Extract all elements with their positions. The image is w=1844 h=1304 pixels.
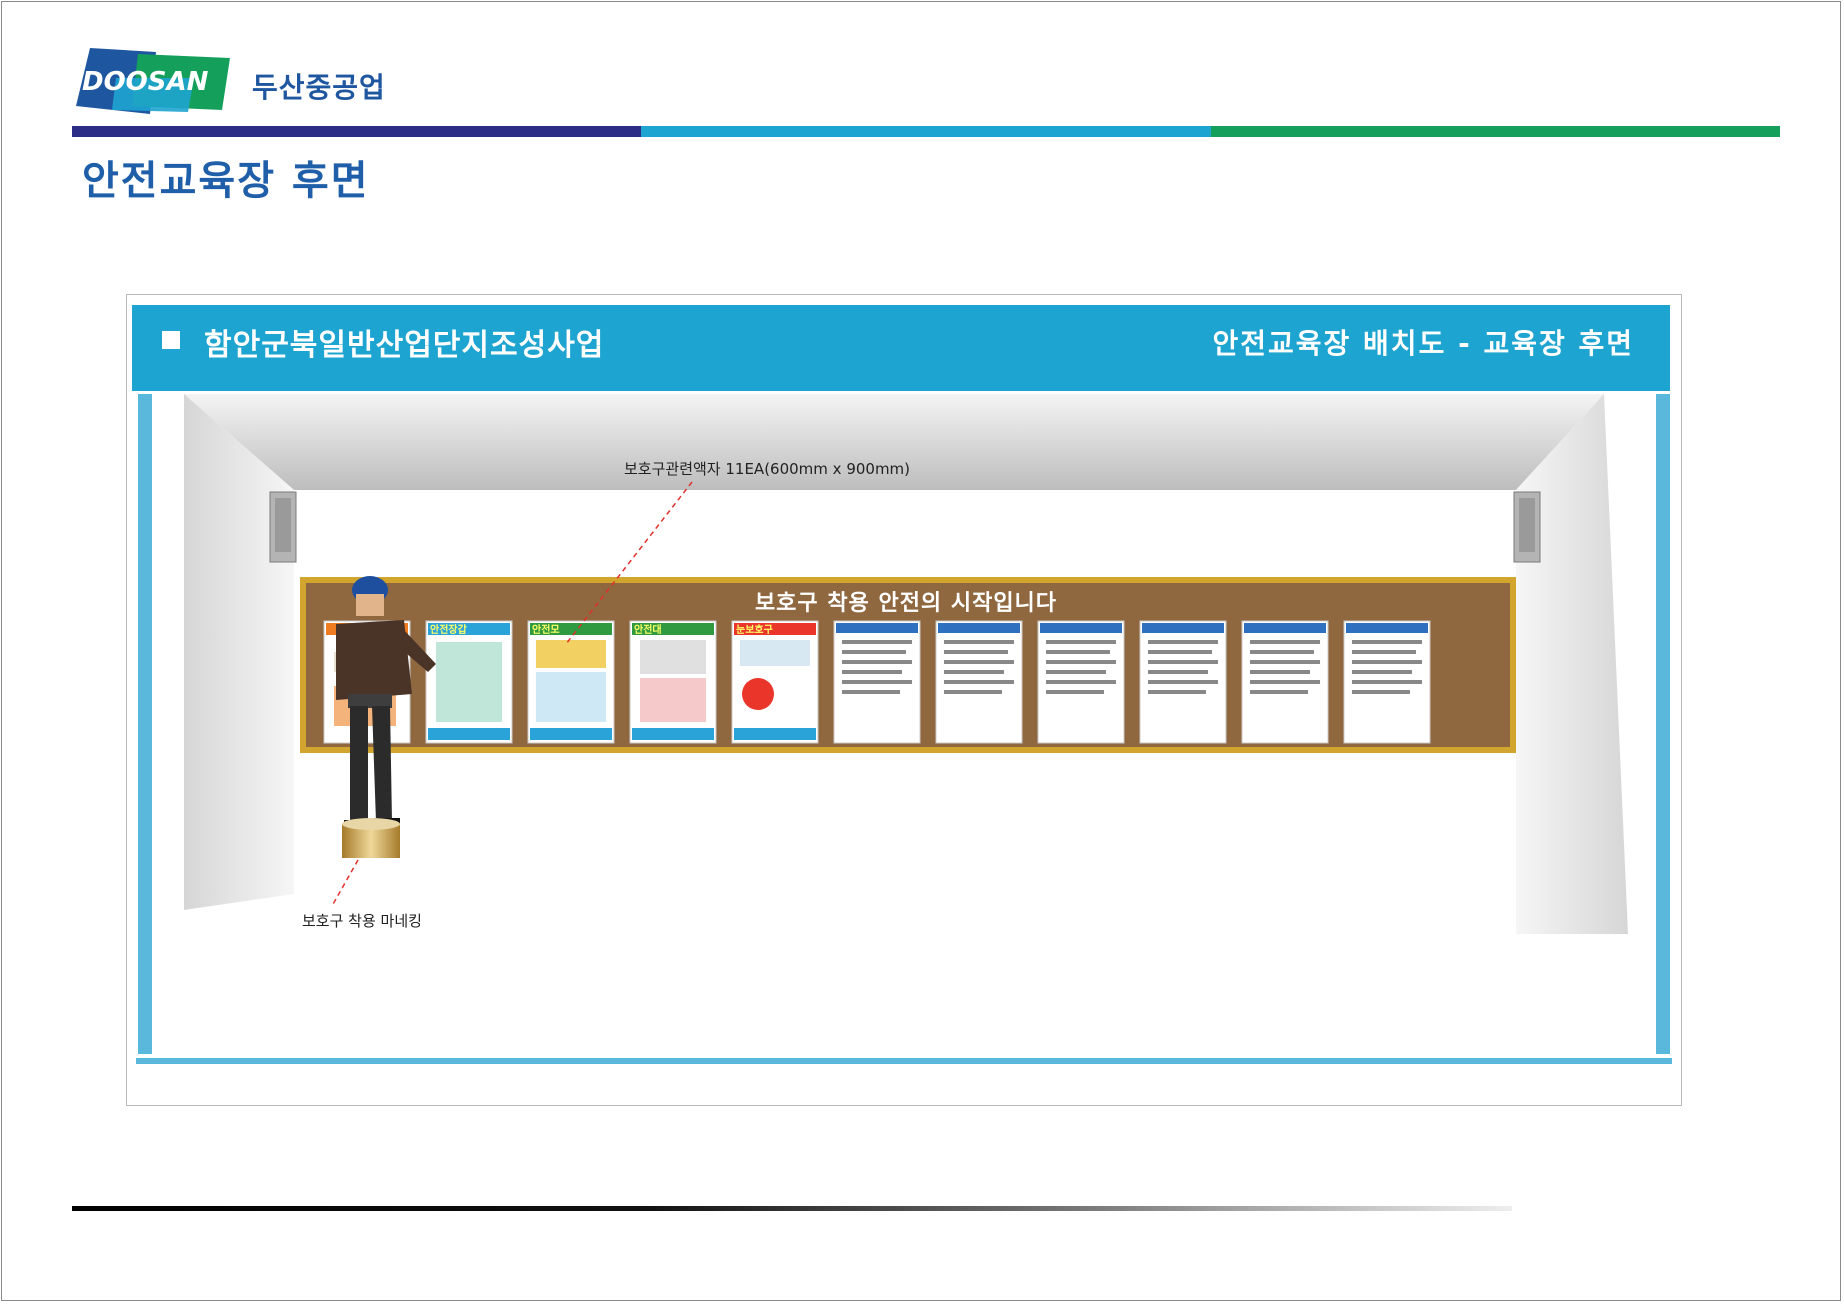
poster-header-4: 안전대 [634,623,662,636]
floor-bar [136,1058,1672,1064]
poster-header-5: 눈보호구 [736,623,773,636]
poster-frame-4 [629,620,717,744]
left-wall-bar [138,394,152,1054]
left-speaker-icon [269,491,297,563]
mannequin-label: 보호구 착용 마네킹 [302,912,422,930]
poster-frame-10 [1241,620,1329,744]
poster-header-3: 안전모 [532,623,560,636]
right-wall [1516,394,1628,934]
room-drawing: 안전장갑 안전모 안전대 눈보호구 [136,394,1672,1064]
svg-text:DOOSAN: DOOSAN [82,67,209,97]
page-title: 안전교육장 후면 [82,158,370,204]
poster-header-2: 안전장갑 [430,623,468,636]
poster-frame-2 [425,620,513,744]
frames-label: 보호구관련액자 11EA(600mm x 900mm) [624,460,911,478]
layout-title: 안전교육장 배치도 - 교육장 후면 [1212,327,1634,360]
doosan-logo: DOOSAN [76,48,230,114]
poster-frame-8 [1037,620,1125,744]
right-speaker-icon [1513,491,1541,563]
poster-frame-3 [527,620,615,744]
poster-frame-5 [731,620,819,744]
company-name: 두산중공업 [252,71,386,104]
right-wall-bar [1656,394,1670,1054]
mannequin-leader-line [331,859,359,907]
poster-frame-11 [1343,620,1431,744]
board-title: 보호구 착용 안전의 시작입니다 [754,591,1058,616]
poster-frame-7 [935,620,1023,744]
bullet-square-icon [162,331,180,349]
project-name: 함안군북일반산업단지조성사업 [204,328,605,363]
poster-frame-6 [833,620,921,744]
header-rule [72,126,1780,137]
poster-frame-9 [1139,620,1227,744]
footer-rule [72,1206,1512,1211]
poster-frames [323,620,1431,744]
